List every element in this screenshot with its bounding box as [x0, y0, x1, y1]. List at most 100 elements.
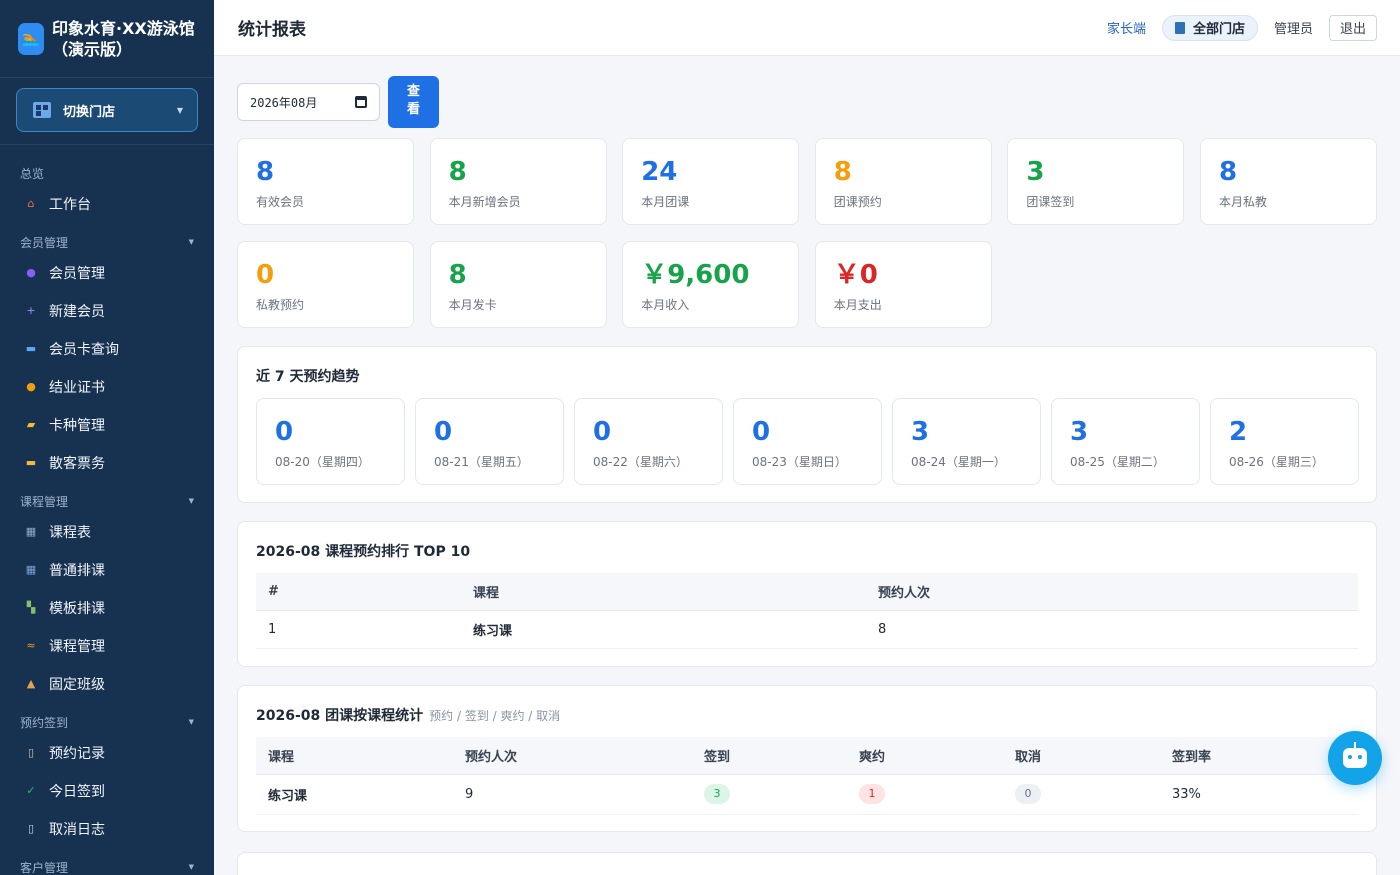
trend-day-label: 08-24（星期一） [911, 455, 1006, 469]
sidebar-item-label: 固定班级 [49, 677, 105, 693]
calendar-icon[interactable] [355, 96, 367, 108]
caret-down-icon: ▼ [188, 238, 194, 246]
parent-portal-link[interactable]: 家长端 [1107, 18, 1146, 37]
nav-group-header[interactable]: 会员管理 ▼ [0, 230, 214, 254]
sidebar-item[interactable]: ≈ 课程管理 [0, 627, 214, 665]
sidebar-item-label: 课程管理 [49, 639, 105, 655]
stat-card: 24 本月团课 [622, 138, 800, 225]
group-booked: 9 [453, 774, 692, 815]
trend-day-value: 3 [911, 417, 930, 447]
sidebar-item[interactable]: + 新建会员 [0, 292, 214, 330]
stat-card: 3 团课签到 [1007, 138, 1185, 225]
nav-group-header[interactable]: 预约签到 ▼ [0, 710, 214, 734]
group-header-cancelled: 取消 [1003, 737, 1160, 775]
switch-store-button[interactable]: 切换门店 ▼ [16, 88, 198, 132]
sidebar-item-label: 预约记录 [49, 746, 105, 762]
stat-card: 8 团课预约 [814, 138, 992, 225]
store-filter-pill[interactable]: 全部门店 [1161, 14, 1258, 41]
store-filter-label: 全部门店 [1192, 22, 1245, 37]
sidebar-item[interactable]: ✓ 今日签到 [0, 772, 214, 810]
sidebar-item[interactable]: ▦ 课程表 [0, 513, 214, 551]
sidebar-nav: 总览 ⌂ 工作台会员管理 ▼ ● 会员管理 + 新建会员 ▬ 会员卡查询 ● 结业证书 ▰ 卡种管理 ▬ 散客… [0, 145, 214, 875]
stat-card: 0 私教预约 [237, 241, 414, 328]
sidebar-item[interactable]: ▬ 散客票务 [0, 444, 214, 482]
medal-icon: ● [26, 380, 36, 393]
building-icon [1174, 21, 1185, 34]
stat-card: 8 本月新增会员 [429, 138, 607, 225]
stat-label: 本月团课 [641, 195, 690, 209]
trend-day-label: 08-20（星期四） [275, 455, 370, 469]
users-icon: ● [26, 266, 36, 279]
ranking-table: # 课程 预约人次 1 练习课 8 [256, 573, 1358, 649]
template-icon: ▚ [26, 601, 36, 614]
sidebar-item-label: 普通排课 [49, 563, 105, 579]
page-title: 统计报表 [238, 20, 306, 40]
stat-label: 本月私教 [1219, 195, 1268, 209]
checkbox-icon: ✓ [26, 784, 36, 797]
sidebar-item[interactable]: ▯ 预约记录 [0, 734, 214, 772]
trend-panel: 近 7 天预约趋势 0 08-20（星期四） 0 08-21（星期五） 0 08-22（星… [237, 346, 1377, 503]
trend-day-card: 2 08-26（星期三） [1210, 398, 1359, 485]
trend-day-card: 0 08-20（星期四） [256, 398, 405, 485]
stat-value: ￥9,600 [641, 260, 750, 290]
trend-day-label: 08-23（星期日） [752, 455, 847, 469]
view-button[interactable]: 查看 [388, 76, 439, 128]
sidebar-item[interactable]: ▯ 取消日志 [0, 810, 214, 848]
nav-group-header[interactable]: 课程管理 ▼ [0, 489, 214, 513]
stat-label: 本月支出 [833, 298, 882, 312]
sidebar-item-label: 结业证书 [49, 380, 105, 396]
logout-button[interactable]: 退出 [1328, 14, 1377, 41]
sidebar-item[interactable]: ● 会员管理 [0, 254, 214, 292]
sidebar-item[interactable]: ▬ 会员卡查询 [0, 330, 214, 368]
caret-down-icon: ▼ [176, 105, 183, 115]
sidebar-item[interactable]: ▲ 固定班级 [0, 665, 214, 703]
stat-label: 团课预约 [833, 195, 882, 209]
sidebar-item[interactable]: ▦ 普通排课 [0, 551, 214, 589]
nav-group-header: 总览 [0, 161, 214, 185]
trend-day-label: 08-25（星期二） [1070, 455, 1165, 469]
trend-day-label: 08-22（星期六） [593, 455, 688, 469]
sidebar-item-label: 卡种管理 [49, 418, 105, 434]
caret-down-icon: ▼ [188, 863, 194, 871]
stat-label: 本月收入 [641, 298, 690, 312]
home-icon: ⌂ [27, 197, 35, 210]
stat-label: 有效会员 [256, 195, 305, 209]
caret-down-icon: ▼ [188, 497, 194, 505]
sidebar-item[interactable]: ⌂ 工作台 [0, 185, 214, 223]
stat-value: 3 [1026, 157, 1045, 187]
stat-value: 8 [256, 157, 275, 187]
nav-group-header[interactable]: 客户管理 ▼ [0, 855, 214, 875]
ranking-course: 练习课 [461, 610, 866, 649]
sidebar-item[interactable]: ▚ 模板排课 [0, 589, 214, 627]
sidebar-item-label: 课程表 [49, 525, 91, 541]
ranking-title: 2026-08 课程预约排行 TOP 10 [256, 544, 471, 560]
trend-day-value: 0 [275, 417, 294, 447]
group-course: 练习课 [256, 774, 453, 815]
sidebar-item[interactable]: ● 结业证书 [0, 368, 214, 406]
trend-day-value: 0 [434, 417, 453, 447]
cancelled-badge: 0 [1015, 784, 1041, 804]
month-input[interactable]: 2026年08月 [237, 83, 380, 121]
ranking-rank: 1 [256, 610, 461, 649]
sidebar: 🏊 印象水育·XX游泳馆（演示版） 切换门店 ▼ 总览 ⌂ 工作台会员管理 ▼ ● 会员管… [0, 0, 214, 875]
current-user: 管理员 [1273, 22, 1313, 37]
switch-store-label: 切换门店 [63, 104, 116, 120]
trend-day-card: 3 08-24（星期一） [892, 398, 1041, 485]
trend-day-value: 0 [752, 417, 771, 447]
group-header-checked-in: 签到 [692, 737, 847, 775]
group-stats-subtitle: 预约 / 签到 / 爽约 / 取消 [429, 709, 561, 723]
stat-value: 8 [1219, 157, 1238, 187]
group-stats-panel: 2026-08 团课按课程统计 预约 / 签到 / 爽约 / 取消 课程 预约人次… [237, 685, 1377, 832]
ranking-header-rank: # [256, 573, 461, 611]
month-filter: 2026年08月 查看 [237, 76, 439, 128]
document-icon: ▯ [27, 822, 35, 835]
sidebar-item-label: 会员卡查询 [49, 342, 119, 358]
checked-in-badge: 3 [704, 784, 730, 804]
brand: 🏊 印象水育·XX游泳馆（演示版） [0, 0, 214, 78]
ranking-count: 8 [866, 610, 1358, 649]
card-icon: ▬ [25, 342, 37, 355]
ai-assistant-button[interactable] [1328, 731, 1382, 785]
nav-group-label: 客户管理 [20, 860, 69, 875]
sidebar-item[interactable]: ▰ 卡种管理 [0, 406, 214, 444]
stat-card: ￥9,600 本月收入 [622, 241, 800, 328]
